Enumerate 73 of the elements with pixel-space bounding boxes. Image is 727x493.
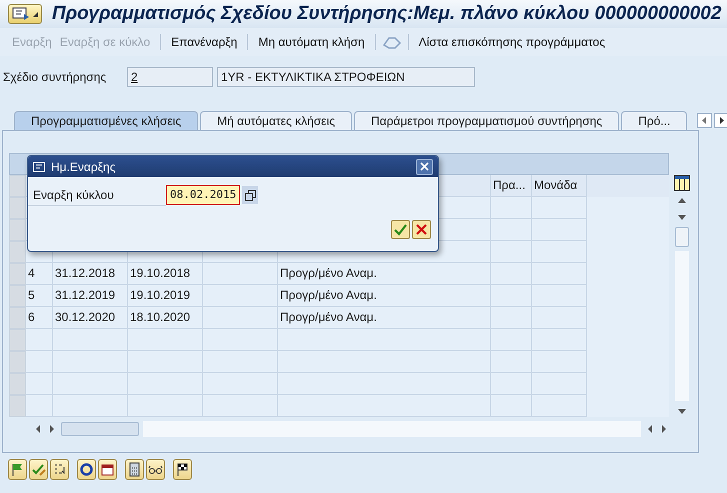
table-cell xyxy=(532,285,587,307)
table-cell xyxy=(491,373,532,395)
table-cell xyxy=(532,307,587,329)
table-cell: 30.12.2020 xyxy=(53,307,128,329)
scrollbar-thumb[interactable] xyxy=(675,227,690,247)
toolbar-button[interactable]: Μη αυτόματη κλήση xyxy=(254,33,369,51)
cancel-button[interactable] xyxy=(412,220,431,239)
table-cell xyxy=(491,285,532,307)
table-cell xyxy=(532,219,587,241)
date-field[interactable]: 08.02.2015 xyxy=(166,185,240,205)
table-cell: Προγρ/μένο Αναμ. xyxy=(278,263,491,285)
scrollbar-thumb[interactable] xyxy=(61,422,139,436)
field-label: Σχέδιο συντήρησης xyxy=(2,69,108,86)
table-cell xyxy=(26,373,53,395)
tab[interactable]: Μή αυτόματες κλήσεις xyxy=(200,111,352,130)
table-cell: 19.10.2018 xyxy=(128,263,203,285)
glasses-icon[interactable] xyxy=(146,459,165,480)
table-cell: 4 xyxy=(26,263,53,285)
calendar-icon[interactable] xyxy=(98,459,117,480)
toolbar-button[interactable]: Επανέναρξη xyxy=(167,33,242,51)
check-pencil-icon[interactable] xyxy=(29,459,48,480)
checkmark-icon xyxy=(394,224,407,236)
menu-button[interactable] xyxy=(8,4,42,24)
table-cell xyxy=(532,263,587,285)
close-icon xyxy=(416,224,427,235)
table-cell: 31.12.2019 xyxy=(53,285,128,307)
menu-icon xyxy=(12,7,30,21)
calculator-icon[interactable] xyxy=(125,459,144,480)
table-cell xyxy=(491,329,532,351)
table-cell xyxy=(491,263,532,285)
table-cell xyxy=(491,197,532,219)
scroll-left-icon[interactable] xyxy=(697,113,712,128)
window-title: Προγραμματισμός Σχεδίου Συντήρησης:Μεμ. πλάνο κύκλου 000000000002 xyxy=(52,2,722,26)
table-cell: Προγρ/μένο Αναμ. xyxy=(278,285,491,307)
flag-icon[interactable] xyxy=(8,459,27,480)
table-cell xyxy=(491,307,532,329)
caret-icon xyxy=(33,12,38,16)
table-cell xyxy=(532,197,587,219)
table-cell: 19.10.2019 xyxy=(128,285,203,307)
table-cell xyxy=(26,351,53,373)
table-cell: 5 xyxy=(26,285,53,307)
close-icon xyxy=(420,162,429,171)
scroll-right-icon[interactable] xyxy=(714,113,727,128)
close-button[interactable] xyxy=(416,158,433,174)
tab[interactable]: Προγραμματισμένες κλήσεις xyxy=(14,111,198,130)
column-layout-icon[interactable] xyxy=(674,175,690,191)
checkered-flag-icon[interactable] xyxy=(173,459,192,480)
calendar-button[interactable] xyxy=(242,186,258,204)
scroll-right-icon[interactable] xyxy=(47,422,57,434)
list-icon[interactable] xyxy=(50,459,69,480)
table-cell xyxy=(491,219,532,241)
tab[interactable]: Πρό... xyxy=(621,111,688,130)
table-cell xyxy=(532,351,587,373)
dialog-title: Ημ.Εναρξης xyxy=(51,158,117,176)
table-cell xyxy=(532,241,587,263)
toolbar-button[interactable]: Λίστα επισκόπησης προγράμματος xyxy=(414,33,610,51)
dialog-icon xyxy=(33,160,47,172)
description-field: 1YR - ΕΚΤΥΛΙΚΤΙΚΑ ΣΤΡΟΦΕΙΩΝ xyxy=(217,67,475,87)
table-cell xyxy=(491,241,532,263)
table-cell: Προγρ/μένο Αναμ. xyxy=(278,307,491,329)
confirm-button[interactable] xyxy=(391,220,410,239)
table-cell: 18.10.2020 xyxy=(128,307,203,329)
table-cell: 31.12.2018 xyxy=(53,263,128,285)
table-cell: 6 xyxy=(26,307,53,329)
table-cell xyxy=(26,329,53,351)
table-cell xyxy=(532,329,587,351)
copy-icon xyxy=(244,190,256,200)
column-header: Μονάδα xyxy=(532,175,587,197)
table-cell xyxy=(491,351,532,373)
tab[interactable]: Παράμετροι προγραμματισμού συντήρησης xyxy=(354,111,620,130)
plan-number-field[interactable]: 2 xyxy=(127,67,213,87)
table-cell xyxy=(532,373,587,395)
column-header: Πρα... xyxy=(491,175,532,197)
